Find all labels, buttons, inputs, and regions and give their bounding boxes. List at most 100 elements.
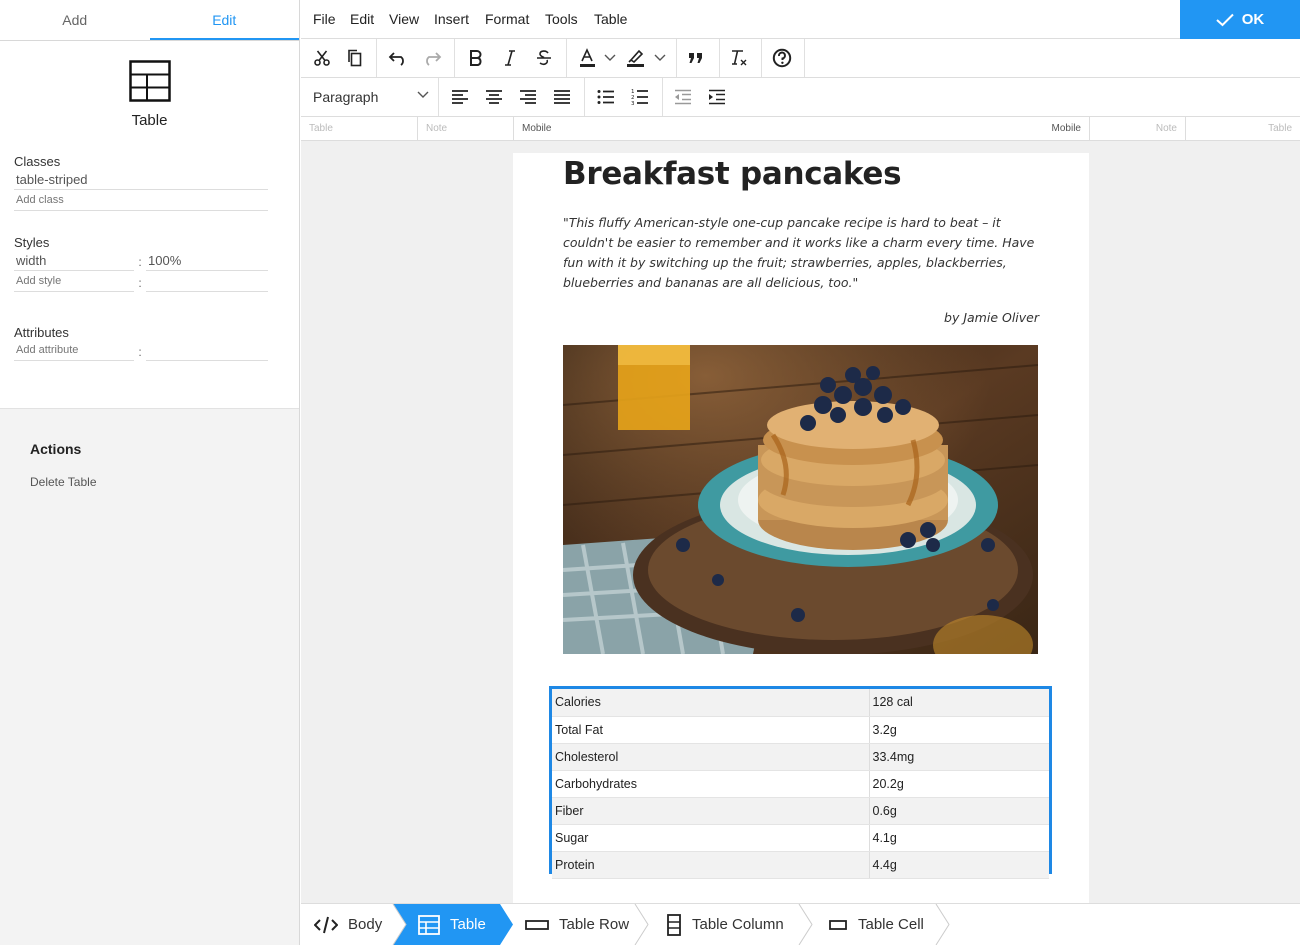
italic-icon bbox=[505, 50, 515, 66]
menu-table[interactable]: Table bbox=[594, 0, 627, 39]
numbered-list-button[interactable]: 123 bbox=[623, 78, 657, 116]
style-key-field[interactable] bbox=[14, 250, 134, 271]
toolbar-divider bbox=[438, 78, 439, 116]
add-style-row: : bbox=[14, 271, 268, 292]
nutrient-name-cell[interactable]: Calories bbox=[552, 689, 870, 717]
menu-edit[interactable]: Edit bbox=[350, 0, 374, 39]
class-value-field[interactable] bbox=[14, 169, 268, 190]
add-class-input[interactable] bbox=[14, 190, 268, 211]
highlight-color-dropdown[interactable] bbox=[649, 39, 671, 77]
table-row[interactable]: Carbohydrates 20.2g bbox=[552, 770, 1049, 798]
nutrient-name-cell[interactable]: Total Fat bbox=[552, 716, 870, 744]
crumb-table-cell[interactable]: Table Cell bbox=[828, 904, 924, 945]
menu-view[interactable]: View bbox=[389, 0, 419, 39]
style-row: : bbox=[14, 250, 268, 271]
indent-button[interactable] bbox=[700, 78, 734, 116]
nutrient-name-cell[interactable]: Cholesterol bbox=[552, 743, 870, 771]
align-right-button[interactable] bbox=[511, 78, 545, 116]
bullet-list-button[interactable] bbox=[589, 78, 623, 116]
pancakes-photo[interactable] bbox=[563, 345, 1038, 654]
tab-add[interactable]: Add bbox=[0, 0, 150, 40]
code-icon bbox=[314, 916, 338, 933]
redo-button[interactable] bbox=[415, 39, 449, 77]
add-attribute-value-input[interactable] bbox=[146, 340, 268, 361]
help-button[interactable] bbox=[765, 39, 799, 77]
table-icon bbox=[128, 60, 171, 102]
crumb-table-row[interactable]: Table Row bbox=[525, 904, 629, 945]
delete-table-link[interactable]: Delete Table bbox=[30, 475, 97, 489]
menu-format[interactable]: Format bbox=[485, 0, 529, 39]
ruler-table-left[interactable]: Table bbox=[301, 117, 417, 140]
clear-formatting-button[interactable] bbox=[722, 39, 756, 77]
copy-button[interactable] bbox=[338, 39, 372, 77]
text-color-icon bbox=[580, 48, 595, 67]
nutrition-table-selected[interactable]: Calories 128 cal Total Fat 3.2g Cholesterol 3… bbox=[549, 686, 1052, 879]
selected-element: Table bbox=[0, 41, 299, 129]
bullet-list-icon bbox=[597, 90, 614, 104]
style-separator: : bbox=[138, 255, 142, 269]
nutrient-value-cell[interactable]: 4.4g bbox=[869, 851, 1049, 879]
block-format-select[interactable]: Paragraph bbox=[301, 78, 437, 116]
add-style-input[interactable] bbox=[14, 271, 134, 292]
nutrient-value-cell[interactable]: 20.2g bbox=[869, 770, 1049, 798]
cut-button[interactable] bbox=[305, 39, 339, 77]
table-row[interactable]: Fiber 0.6g bbox=[552, 797, 1049, 825]
table-row[interactable]: Calories 128 cal bbox=[552, 689, 1049, 717]
add-style-value-input[interactable] bbox=[146, 271, 268, 292]
ruler-note-right[interactable]: Note bbox=[1089, 117, 1185, 140]
nutrient-value-cell[interactable]: 33.4mg bbox=[869, 743, 1049, 771]
document-byline[interactable]: by Jamie Oliver bbox=[944, 310, 1039, 325]
table-row[interactable]: Cholesterol 33.4mg bbox=[552, 743, 1049, 771]
text-color-dropdown[interactable] bbox=[599, 39, 621, 77]
add-attribute-input[interactable] bbox=[14, 340, 134, 361]
style-value-field[interactable] bbox=[146, 250, 268, 271]
menu-file[interactable]: File bbox=[313, 0, 336, 39]
toolbar-divider bbox=[454, 39, 455, 77]
bold-icon bbox=[470, 50, 482, 66]
ok-button[interactable]: OK bbox=[1180, 0, 1300, 39]
classes-title: Classes bbox=[14, 154, 61, 169]
tab-edit[interactable]: Edit bbox=[149, 0, 299, 40]
nutrient-value-cell[interactable]: 0.6g bbox=[869, 797, 1049, 825]
highlight-color-button[interactable] bbox=[619, 39, 653, 77]
nutrient-name-cell[interactable]: Sugar bbox=[552, 824, 870, 852]
align-left-icon bbox=[452, 90, 468, 104]
table-row[interactable]: Sugar 4.1g bbox=[552, 824, 1049, 852]
align-center-button[interactable] bbox=[477, 78, 511, 116]
bold-button[interactable] bbox=[459, 39, 493, 77]
align-left-button[interactable] bbox=[443, 78, 477, 116]
italic-button[interactable] bbox=[493, 39, 527, 77]
strikethrough-button[interactable] bbox=[527, 39, 561, 77]
nutrient-value-cell[interactable]: 128 cal bbox=[869, 689, 1049, 717]
outdent-button[interactable] bbox=[666, 78, 700, 116]
blockquote-button[interactable] bbox=[679, 39, 713, 77]
nutrition-table[interactable]: Calories 128 cal Total Fat 3.2g Cholesterol 3… bbox=[552, 689, 1049, 879]
ok-label: OK bbox=[1241, 11, 1265, 28]
nutrient-name-cell[interactable]: Fiber bbox=[552, 797, 870, 825]
crumb-body[interactable]: Body bbox=[314, 904, 382, 945]
nutrient-name-cell[interactable]: Carbohydrates bbox=[552, 770, 870, 798]
ruler-mobile-left[interactable]: Mobile bbox=[513, 117, 801, 140]
document-page[interactable]: Breakfast pancakes "This fluffy American… bbox=[513, 153, 1089, 903]
ruler-mobile-right[interactable]: Mobile bbox=[801, 117, 1089, 140]
pancakes-image bbox=[563, 345, 1038, 654]
ruler-note-left[interactable]: Note bbox=[417, 117, 513, 140]
document-title[interactable]: Breakfast pancakes bbox=[563, 156, 902, 192]
add-attribute-separator: : bbox=[138, 345, 142, 359]
indent-icon bbox=[709, 89, 725, 105]
ruler-table-right[interactable]: Table bbox=[1185, 117, 1300, 140]
table-row[interactable]: Total Fat 3.2g bbox=[552, 716, 1049, 744]
nutrient-value-cell[interactable]: 4.1g bbox=[869, 824, 1049, 852]
nutrient-name-cell[interactable]: Protein bbox=[552, 851, 870, 879]
crumb-table[interactable]: Table bbox=[418, 904, 486, 945]
nutrient-value-cell[interactable]: 3.2g bbox=[869, 716, 1049, 744]
document-quote[interactable]: "This fluffy American-style one-cup panc… bbox=[563, 213, 1041, 293]
align-justify-button[interactable] bbox=[545, 78, 579, 116]
crumb-table-column[interactable]: Table Column bbox=[666, 904, 784, 945]
menu-insert[interactable]: Insert bbox=[434, 0, 469, 39]
table-column-icon bbox=[667, 913, 681, 936]
add-attribute-row: : bbox=[14, 340, 268, 361]
undo-button[interactable] bbox=[381, 39, 415, 77]
menu-tools[interactable]: Tools bbox=[545, 0, 578, 39]
table-row[interactable]: Protein 4.4g bbox=[552, 851, 1049, 879]
